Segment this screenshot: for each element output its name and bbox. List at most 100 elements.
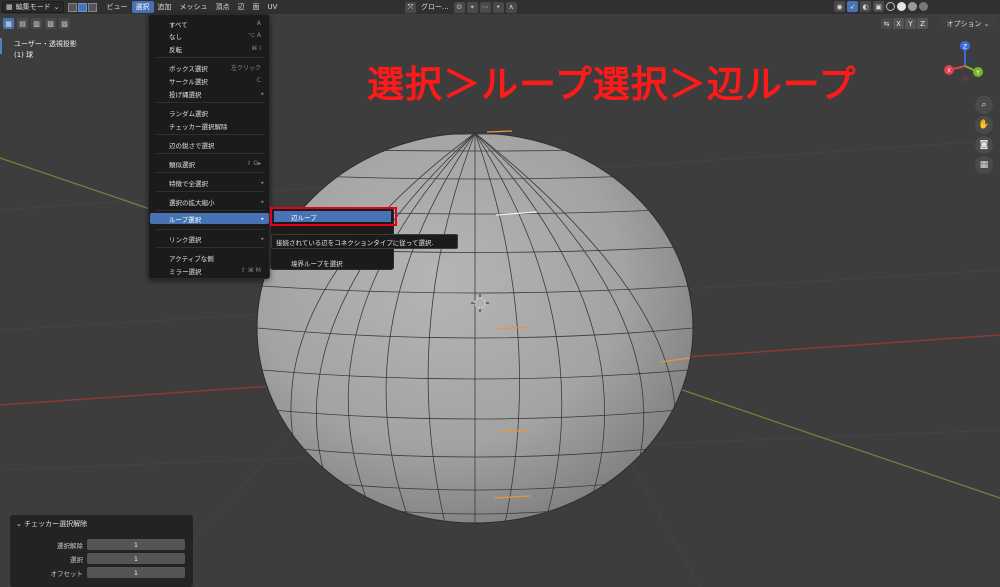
menu-view[interactable]: ビュー: [103, 1, 132, 13]
menu-item-label: すべて: [169, 20, 188, 29]
menu-uv[interactable]: UV: [264, 1, 282, 13]
menu-item-side-of-active[interactable]: アクティブな側: [150, 252, 269, 263]
rendered-shading-icon[interactable]: [919, 2, 928, 11]
wireframe-shading-icon[interactable]: [886, 2, 895, 11]
operator-field-row: 選択 1: [10, 553, 193, 564]
select-intersect-icon[interactable]: ▨: [59, 18, 70, 29]
material-shading-icon[interactable]: [908, 2, 917, 11]
annotation-text: 選択＞ループ選択＞辺ループ: [367, 63, 857, 106]
menu-item-sharp-edges[interactable]: 辺の鋭さで選択: [150, 139, 269, 150]
menu-item-shortcut: ⌥ A: [248, 32, 261, 39]
snap-icon[interactable]: ⌖: [466, 1, 478, 13]
menu-item-select-more-less[interactable]: 選択の拡大縮小 ▸: [150, 196, 269, 207]
chevron-down-icon: ⌄: [53, 3, 60, 11]
submenu-arrow-icon: ▸: [261, 198, 264, 205]
overlay-toggle-icon[interactable]: ◐: [860, 1, 871, 12]
menu-item-shortcut: 左クリック: [230, 65, 261, 72]
grid-perspective-icon[interactable]: ▦: [975, 156, 993, 174]
operator-field-row: オフセット 1: [10, 567, 193, 578]
submenu-arrow-icon: ▸: [261, 235, 264, 242]
mode-label: 編集モード: [15, 3, 51, 11]
snap-target-icon[interactable]: ⋯: [479, 1, 491, 13]
menu-item-select-similar[interactable]: 類似選択 ⇧ G▸: [150, 158, 269, 169]
mode-select-dropdown[interactable]: ▦ 編集モード ⌄: [2, 1, 64, 13]
menu-item-select-mirror[interactable]: ミラー選択 ⇧ ⌘ M: [150, 265, 269, 276]
menu-item-lasso-select[interactable]: 投げ縄選択 ▸: [150, 88, 269, 99]
menu-item-label: ランダム選択: [169, 109, 208, 118]
menu-add[interactable]: 追加: [154, 1, 176, 13]
submenu-arrow-icon: ▸: [261, 215, 264, 222]
menu-edge[interactable]: 辺: [234, 1, 249, 13]
visibility-icon[interactable]: ◉: [834, 1, 845, 12]
menu-item-invert[interactable]: 反転 ⌘ I: [150, 43, 269, 54]
navigation-gizmo[interactable]: Z X Y: [940, 38, 990, 88]
menu-item-shortcut: A: [256, 20, 261, 27]
select-subtract-icon[interactable]: ▥: [31, 18, 42, 29]
zoom-icon[interactable]: ⌕: [975, 96, 993, 114]
menu-item-random[interactable]: ランダム選択: [150, 107, 269, 118]
select-extend-icon[interactable]: ▤: [17, 18, 28, 29]
proportional-edit-icon[interactable]: •: [492, 1, 504, 13]
menu-separator: [155, 229, 265, 230]
operator-panel: ⌄ チェッカー選択解除 選択解除 1 選択 1 オフセット 1: [10, 515, 193, 587]
menu-item-shortcut: ⌘ I: [251, 45, 261, 52]
menu-item-label: サークル選択: [169, 77, 208, 86]
menu-item-select-linked[interactable]: リンク選択 ▸: [150, 233, 269, 244]
mirror-z-button[interactable]: Z: [917, 18, 928, 29]
menu-separator: [155, 57, 265, 58]
gizmo-z-label: Z: [963, 44, 967, 51]
menu-item-select-loops[interactable]: ループ選択 ▸: [150, 213, 269, 224]
edge-select-mode-button[interactable]: [77, 2, 87, 12]
menu-face[interactable]: 面: [249, 1, 264, 13]
menu-vertex[interactable]: 頂点: [212, 1, 234, 13]
transform-orientation-dropdown[interactable]: グロー...: [417, 1, 453, 13]
menu-item-label: アクティブな側: [169, 254, 214, 263]
menu-separator: [155, 191, 265, 192]
field-select-input[interactable]: 1: [87, 553, 185, 564]
menu-item-shortcut: C: [256, 77, 261, 84]
field-label-offset: オフセット: [50, 570, 84, 578]
solid-shading-icon[interactable]: [897, 2, 906, 11]
menu-item-box-select[interactable]: ボックス選択 左クリック: [150, 62, 269, 73]
menu-item-label: リンク選択: [169, 235, 202, 244]
gizmo-toggle-icon[interactable]: ➶: [847, 1, 858, 12]
submenu-arrow-icon: ▸: [261, 90, 264, 97]
gizmo-x-label: X: [947, 68, 951, 75]
submenu-item-boundary-loop[interactable]: 境界ループを選択: [291, 258, 343, 268]
options-label: オプション: [946, 19, 982, 28]
field-offset-input[interactable]: 1: [87, 567, 185, 578]
xray-toggle-icon[interactable]: ▣: [873, 1, 884, 12]
menu-item-label: チェッカー選択解除: [169, 122, 228, 131]
object-name: (1) 球: [14, 51, 34, 59]
menu-select[interactable]: 選択: [131, 1, 154, 13]
vertex-select-mode-button[interactable]: [67, 2, 77, 12]
field-label-select: 選択: [70, 556, 83, 564]
menu-mesh[interactable]: メッシュ: [176, 1, 212, 13]
menu-item-shortcut: ⇧ G▸: [246, 160, 261, 167]
camera-icon[interactable]: ◙: [975, 136, 993, 154]
field-deselect-input[interactable]: 1: [87, 539, 185, 550]
menu-item-shortcut: ⇧ ⌘ M: [240, 267, 261, 274]
field-label-deselect: 選択解除: [57, 542, 83, 550]
operator-panel-title[interactable]: ⌄ チェッカー選択解除: [16, 519, 87, 529]
menu-item-label: ループ選択: [169, 215, 202, 224]
falloff-icon[interactable]: ∧: [505, 1, 517, 13]
pan-hand-icon[interactable]: ✋: [975, 116, 993, 134]
menu-item-none[interactable]: なし ⌥ A: [150, 30, 269, 41]
menu-separator: [155, 134, 265, 135]
pivot-point-icon[interactable]: ⊙: [453, 1, 465, 13]
menu-item-select-all-by-trait[interactable]: 特徴で全選択 ▸: [150, 177, 269, 188]
menu-item-checker-deselect[interactable]: チェッカー選択解除: [150, 120, 269, 131]
mirror-y-button[interactable]: Y: [905, 18, 916, 29]
menu-item-all[interactable]: すべて A: [150, 18, 269, 29]
select-box-tool-icon[interactable]: ▦: [3, 18, 14, 29]
viewport-info: ユーザー・透視投影 (1) 球: [14, 39, 77, 61]
chevron-down-icon: ⌄: [16, 520, 22, 528]
face-select-mode-button[interactable]: [87, 2, 97, 12]
mirror-x-button[interactable]: X: [893, 18, 904, 29]
menu-item-label: 投げ縄選択: [169, 90, 202, 99]
menu-item-circle-select[interactable]: サークル選択 C: [150, 75, 269, 86]
select-invert-icon[interactable]: ▧: [45, 18, 56, 29]
menu-separator: [155, 172, 265, 173]
options-dropdown[interactable]: オプション ⌄: [940, 17, 996, 30]
